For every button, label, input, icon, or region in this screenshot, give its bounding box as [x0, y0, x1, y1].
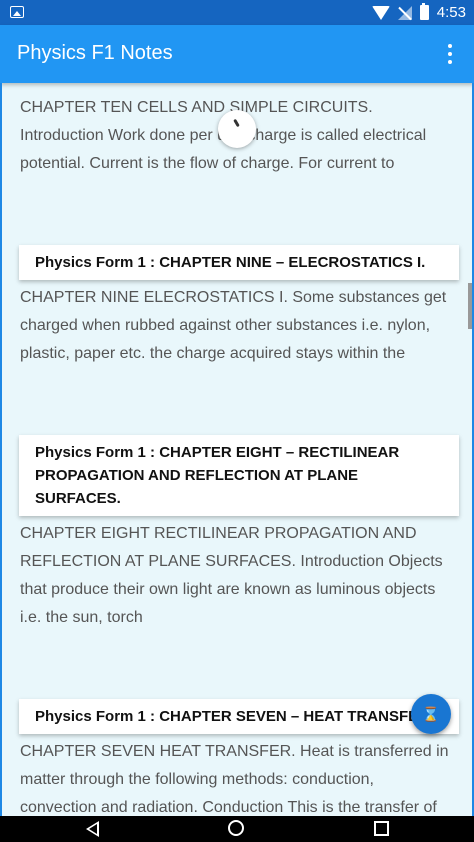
recent-apps-icon[interactable] [374, 821, 389, 836]
article-title-card[interactable]: Physics Form 1 : CHAPTER EIGHT – RECTILI… [19, 435, 459, 516]
article-excerpt[interactable]: CHAPTER EIGHT RECTILINEAR PROPAGATION AN… [20, 520, 450, 632]
scrollbar-thumb[interactable] [468, 283, 472, 329]
status-bar: 4:53 [0, 0, 474, 25]
overflow-menu-icon[interactable] [438, 41, 462, 67]
article-excerpt[interactable]: CHAPTER SEVEN HEAT TRANSFER. Heat is tra… [20, 738, 450, 816]
wifi-icon [371, 5, 390, 20]
battery-icon [419, 2, 429, 20]
loading-spinner-icon [218, 110, 256, 148]
home-icon[interactable] [228, 820, 244, 836]
navigation-bar [0, 816, 474, 842]
app-bar: Physics F1 Notes [0, 25, 474, 83]
hourglass-icon[interactable]: ⌛ [411, 694, 451, 734]
status-time: 4:53 [436, 4, 466, 21]
image-notification-icon [10, 6, 24, 18]
article-title-card[interactable]: Physics Form 1 : CHAPTER NINE – ELECROST… [19, 245, 459, 280]
status-icons: 4:53 [371, 0, 466, 25]
article-title-card[interactable]: Physics Form 1 : CHAPTER SEVEN – HEAT TR… [19, 699, 459, 734]
no-signal-icon [397, 5, 412, 20]
article-list[interactable]: CHAPTER TEN CELLS AND SIMPLE CIRCUITS. I… [0, 83, 474, 816]
article-excerpt[interactable]: CHAPTER NINE ELECROSTATICS I. Some subst… [20, 284, 450, 368]
app-title: Physics F1 Notes [17, 42, 173, 64]
back-icon[interactable] [86, 821, 99, 837]
